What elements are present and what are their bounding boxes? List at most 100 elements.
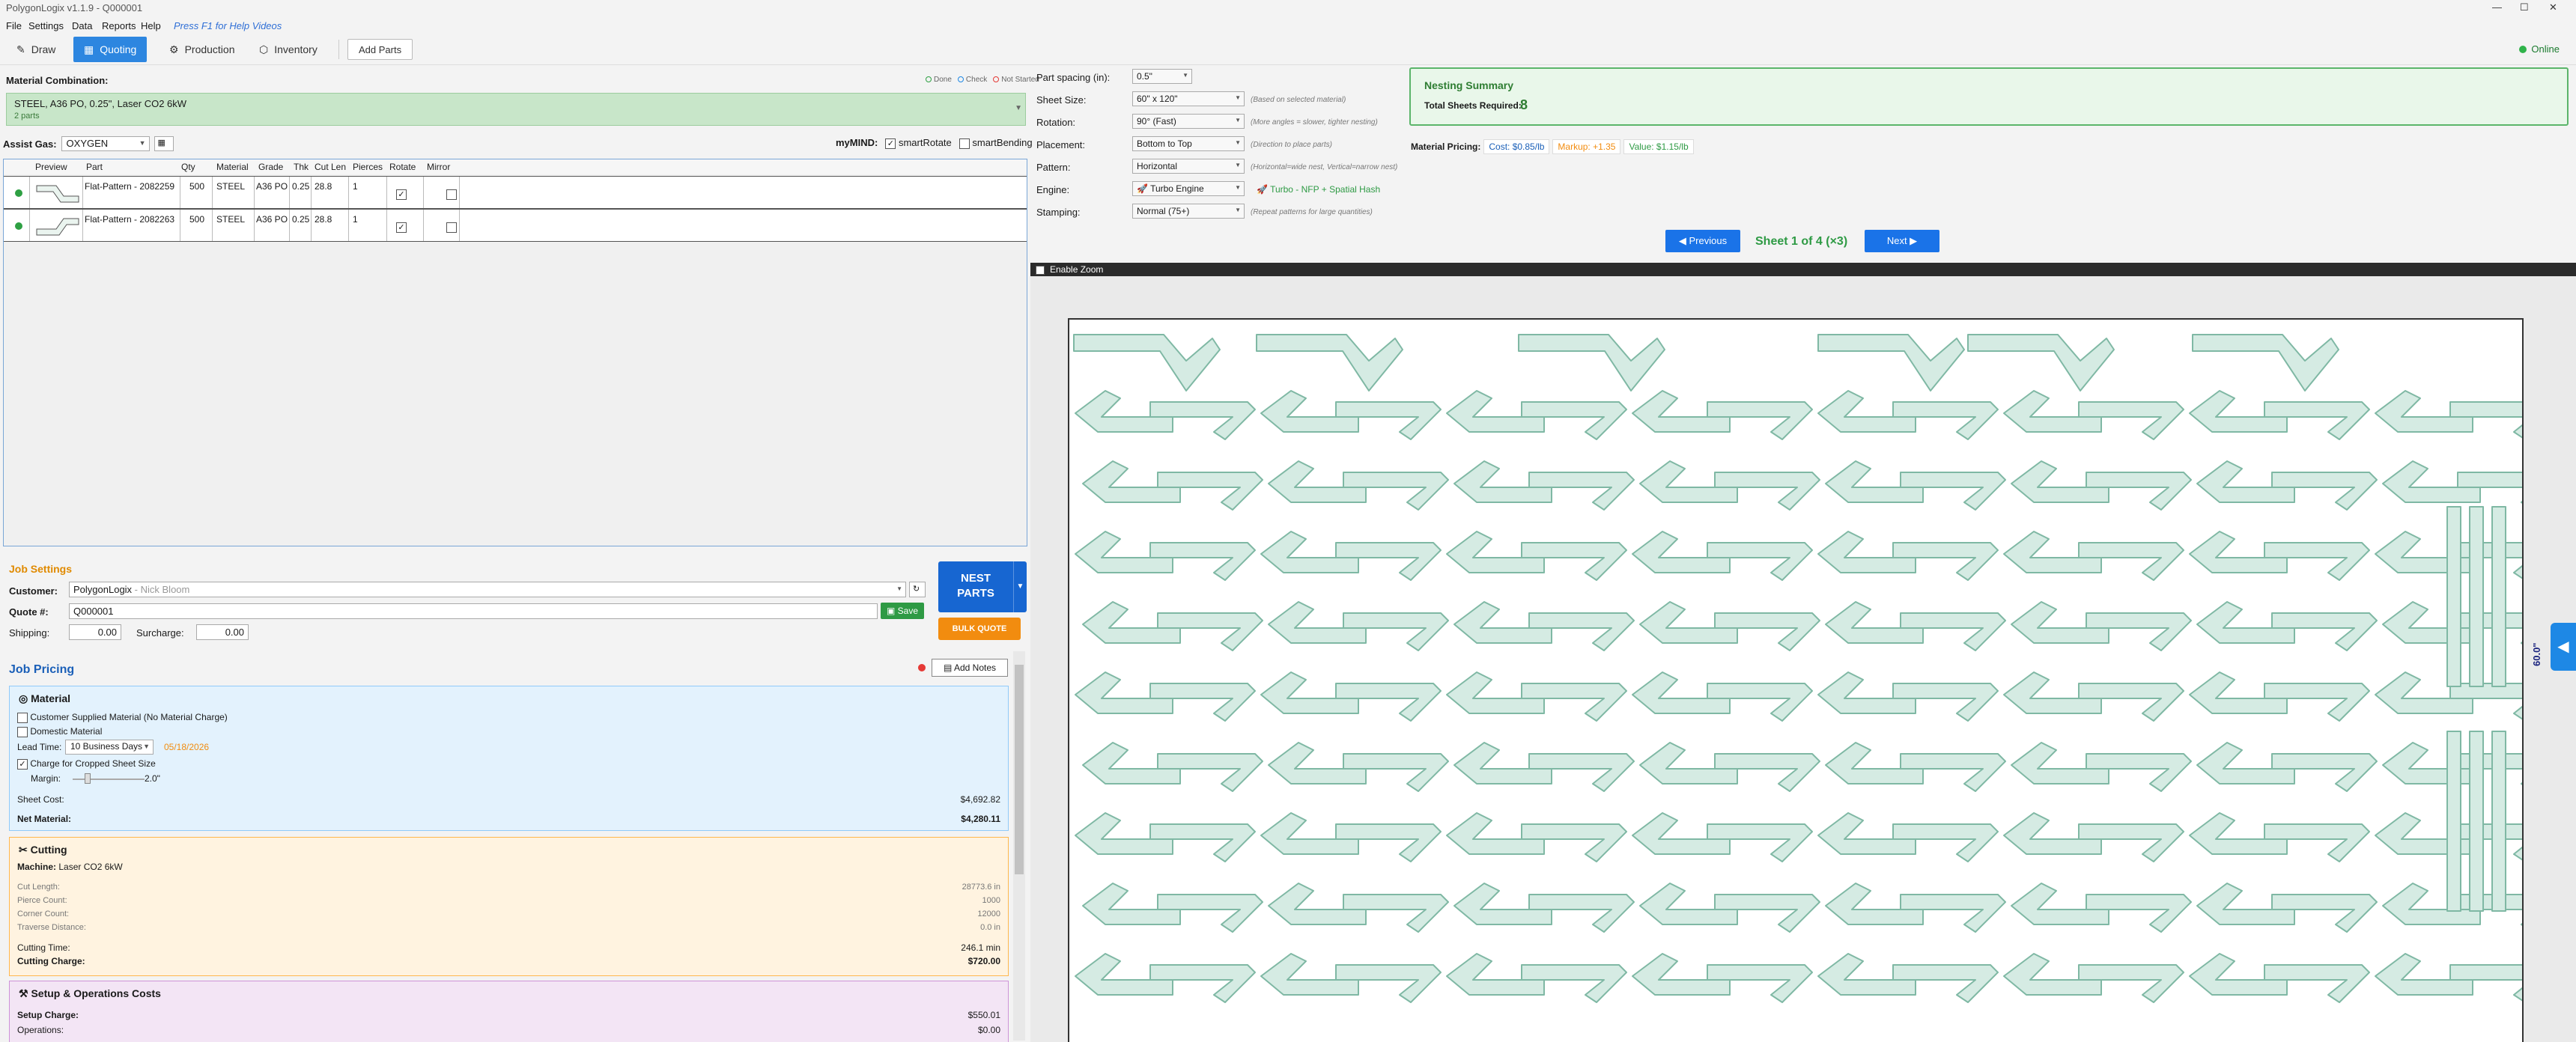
placement-select[interactable]: Bottom to Top ▼ — [1132, 136, 1245, 151]
close-button[interactable]: ✕ — [2549, 1, 2557, 13]
rotation-hint: (More angles = slower, tighter nesting) — [1251, 118, 1378, 127]
minimize-button[interactable]: — — [2492, 1, 2502, 13]
menu-data[interactable]: Data — [72, 20, 92, 31]
operations-value: $0.00 — [977, 1025, 1000, 1035]
smart-bending-option[interactable]: smartBending — [959, 137, 1033, 149]
scrollbar-thumb[interactable] — [1015, 665, 1024, 874]
col-cutlen[interactable]: Cut Len — [315, 162, 346, 172]
tab-production[interactable]: ⚙ Production — [159, 37, 246, 62]
assist-gas-label: Assist Gas: — [3, 138, 57, 150]
col-grade[interactable]: Grade — [258, 162, 283, 172]
customer-label: Customer: — [9, 585, 58, 597]
tab-quoting[interactable]: ▦ Quoting — [73, 37, 148, 62]
smart-bending-checkbox[interactable] — [959, 138, 970, 149]
stamping-select[interactable]: Normal (75+) ▼ — [1132, 204, 1245, 219]
assist-gas-select[interactable]: OXYGEN ▼ — [61, 136, 150, 151]
status-done-icon — [15, 222, 22, 230]
nesting-summary-title: Nesting Summary — [1424, 79, 1514, 91]
margin-value: 2.0" — [145, 773, 160, 784]
status-dot-icon — [2519, 45, 2527, 53]
refresh-icon[interactable]: ↻ — [909, 582, 926, 597]
rotation-select[interactable]: 90° (Fast) ▼ — [1132, 114, 1245, 129]
col-divider — [212, 210, 213, 241]
customer-contact: - Nick Bloom — [132, 584, 190, 595]
charge-cropped-label: Charge for Cropped Sheet Size — [30, 758, 156, 769]
col-material[interactable]: Material — [216, 162, 249, 172]
smart-rotate-checkbox[interactable]: ✓ — [885, 138, 896, 149]
col-rotate[interactable]: Rotate — [389, 162, 416, 172]
smart-rotate-option[interactable]: ✓ smartRotate — [885, 137, 952, 149]
lead-time-select[interactable]: 10 Business Days ▼ — [65, 740, 154, 755]
bulk-quote-button[interactable]: BULK QUOTE — [938, 618, 1021, 640]
surcharge-input[interactable]: 0.00 — [196, 624, 249, 640]
online-status: Online — [2519, 43, 2560, 55]
pencil-icon: ✎ — [16, 43, 25, 55]
col-divider — [29, 177, 30, 208]
not-started-dot-icon — [993, 76, 1000, 83]
part-spacing-select[interactable]: 0.5" ▼ — [1132, 69, 1192, 84]
customer-supplied-option[interactable]: Customer Supplied Material (No Material … — [17, 712, 228, 723]
domestic-checkbox[interactable] — [17, 726, 28, 737]
save-button[interactable]: ▣ Save — [881, 603, 924, 619]
corner-count-value: 12000 — [977, 910, 1000, 918]
check-dot-icon — [957, 76, 964, 83]
nest-parts-button[interactable]: NEST PARTS — [938, 561, 1013, 612]
pattern-value: Horizontal — [1137, 161, 1178, 171]
charge-cropped-checkbox[interactable]: ✓ — [17, 758, 28, 770]
chevron-down-icon: ▼ — [1235, 139, 1241, 146]
quote-number-input[interactable]: Q000001 — [69, 603, 878, 619]
add-notes-button[interactable]: ▤ Add Notes — [932, 659, 1008, 677]
charge-cropped-option[interactable]: ✓ Charge for Cropped Sheet Size — [17, 758, 156, 770]
part-material: STEEL — [216, 181, 246, 192]
margin-slider-thumb[interactable] — [85, 773, 91, 784]
menu-reports[interactable]: Reports — [102, 20, 136, 31]
nest-options-chevron-icon[interactable]: ▼ — [1013, 561, 1027, 612]
col-preview[interactable]: Preview — [35, 162, 67, 172]
table-row[interactable]: Flat-Pattern - 2082259 500 STEEL A36 PO … — [4, 176, 1027, 209]
customer-supplied-checkbox[interactable] — [17, 712, 28, 723]
material-combination-select[interactable]: STEEL, A36 PO, 0.25", Laser CO2 6kW 2 pa… — [6, 93, 1026, 126]
material-title-text: Material — [31, 692, 71, 704]
maximize-button[interactable]: ☐ — [2520, 1, 2529, 13]
sheet-size-select[interactable]: 60" x 120" ▼ — [1132, 91, 1245, 106]
col-divider — [459, 210, 460, 241]
side-panel-toggle[interactable]: ◀ — [2551, 623, 2576, 671]
legend-check: Check — [957, 76, 987, 84]
next-sheet-button[interactable]: Next ▶ — [1865, 230, 1939, 252]
col-mirror[interactable]: Mirror — [427, 162, 450, 172]
shipping-input[interactable]: 0.00 — [69, 624, 121, 640]
pattern-select[interactable]: Horizontal ▼ — [1132, 159, 1245, 174]
domestic-option[interactable]: Domestic Material — [17, 726, 102, 737]
col-qty[interactable]: Qty — [181, 162, 195, 172]
tab-draw[interactable]: ✎ Draw — [6, 37, 66, 62]
col-part[interactable]: Part — [86, 162, 103, 172]
menu-help[interactable]: Help — [141, 20, 161, 31]
parts-grid-header: Preview Part Qty Material Grade Thk Cut … — [4, 159, 1027, 174]
menu-file[interactable]: File — [6, 20, 22, 31]
cutting-charge-value: $720.00 — [967, 956, 1000, 966]
engine-select[interactable]: 🚀 Turbo Engine ▼ — [1132, 181, 1245, 196]
previous-sheet-button[interactable]: ◀ Previous — [1665, 230, 1740, 252]
col-divider — [348, 177, 349, 208]
calendar-icon[interactable]: ▦ — [154, 136, 174, 151]
customer-select[interactable]: PolygonLogix - Nick Bloom ▼ — [69, 582, 906, 597]
mirror-checkbox[interactable] — [446, 222, 458, 233]
chevron-down-icon: ▼ — [1235, 117, 1241, 124]
rotate-checkbox[interactable]: ✓ — [396, 189, 407, 200]
menu-settings[interactable]: Settings — [28, 20, 64, 31]
enable-zoom-checkbox[interactable] — [1036, 265, 1045, 275]
mirror-checkbox[interactable] — [446, 189, 458, 200]
add-parts-button[interactable]: Add Parts — [347, 39, 413, 60]
chevron-down-icon: ▼ — [1235, 94, 1241, 101]
col-pierces[interactable]: Pierces — [353, 162, 383, 172]
tab-inventory[interactable]: ⬡ Inventory — [249, 37, 328, 62]
table-row[interactable]: Flat-Pattern - 2082263 500 STEEL A36 PO … — [4, 209, 1027, 242]
part-qty[interactable]: 500 — [189, 214, 204, 225]
nest-sheet[interactable] — [1068, 318, 2524, 1042]
rotate-checkbox[interactable]: ✓ — [396, 222, 407, 233]
pricing-scrollbar[interactable] — [1013, 651, 1025, 1041]
part-qty[interactable]: 500 — [189, 181, 204, 192]
col-thk[interactable]: Thk — [294, 162, 309, 172]
margin-slider-track[interactable] — [73, 779, 145, 780]
col-divider — [459, 177, 460, 208]
